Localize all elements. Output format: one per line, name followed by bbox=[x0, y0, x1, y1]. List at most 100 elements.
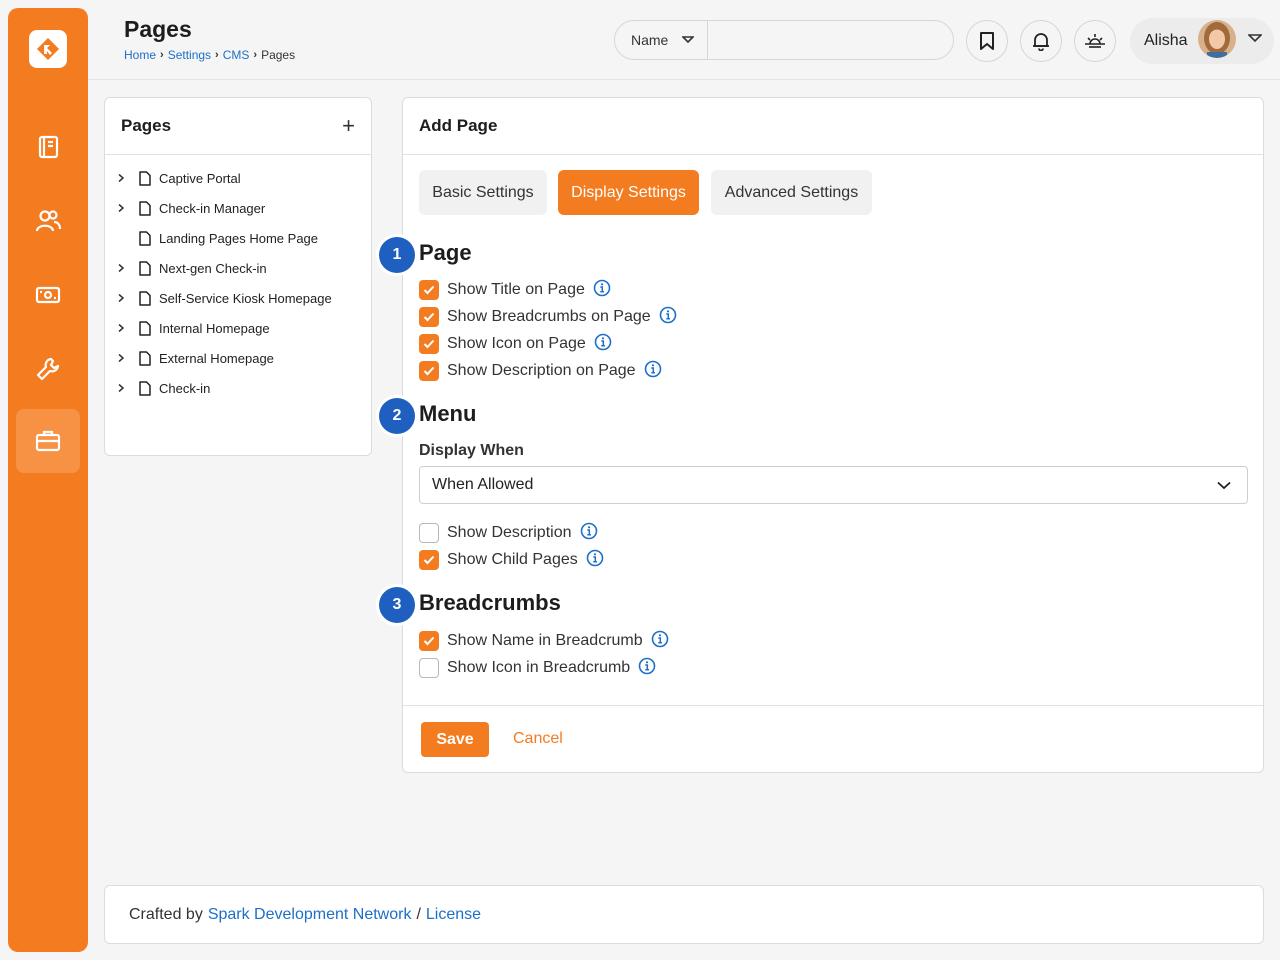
checkbox-option[interactable]: Show Breadcrumbs on Page bbox=[419, 306, 677, 328]
tree-expander[interactable] bbox=[117, 353, 139, 363]
tab-display-settings[interactable]: Display Settings bbox=[558, 170, 699, 215]
info-icon[interactable] bbox=[594, 333, 612, 351]
checkbox[interactable] bbox=[419, 280, 439, 300]
add-page-button[interactable]: + bbox=[342, 115, 355, 137]
bookmark-icon bbox=[980, 32, 994, 50]
sidebar-item-tools[interactable] bbox=[16, 337, 80, 401]
search-scope-select[interactable]: Name bbox=[615, 21, 708, 59]
info-icon[interactable] bbox=[580, 522, 598, 540]
checkbox-label: Show Child Pages bbox=[447, 551, 578, 568]
checkbox-option[interactable]: Show Icon in Breadcrumb bbox=[419, 657, 656, 679]
file-icon bbox=[139, 290, 159, 306]
chevron-right-icon[interactable] bbox=[117, 263, 125, 273]
tree-item-label: Self-Service Kiosk Homepage bbox=[159, 290, 332, 306]
display-when-value: When Allowed bbox=[432, 476, 534, 493]
tree-item-label: Captive Portal bbox=[159, 170, 241, 186]
footer-license-link[interactable]: License bbox=[426, 906, 481, 924]
tree-item[interactable]: Next-gen Check-in bbox=[105, 253, 371, 283]
info-icon[interactable] bbox=[659, 306, 677, 324]
tree-item[interactable]: Landing Pages Home Page bbox=[105, 223, 371, 253]
file-icon bbox=[139, 230, 159, 246]
info-icon[interactable] bbox=[586, 549, 604, 567]
info-icon[interactable] bbox=[638, 657, 656, 675]
save-button[interactable]: Save bbox=[421, 722, 489, 757]
sidebar-item-book[interactable] bbox=[16, 115, 80, 179]
info-icon[interactable] bbox=[651, 630, 669, 648]
rock-logo[interactable] bbox=[29, 30, 67, 68]
tree-item[interactable]: External Homepage bbox=[105, 343, 371, 373]
sidebar-item-admin[interactable] bbox=[16, 409, 80, 473]
panel-title: Add Page bbox=[403, 98, 1263, 155]
chevron-right-icon: › bbox=[160, 49, 164, 61]
checkbox[interactable] bbox=[419, 550, 439, 570]
tree-expander[interactable] bbox=[117, 383, 139, 393]
breadcrumb-cms[interactable]: CMS bbox=[223, 48, 250, 62]
chevron-right-icon: › bbox=[253, 49, 258, 61]
file-icon bbox=[139, 260, 159, 276]
page-title: Pages bbox=[124, 16, 192, 42]
bookmark-button[interactable] bbox=[966, 20, 1008, 62]
theme-button[interactable] bbox=[1074, 20, 1116, 62]
step-badge-2: 2 bbox=[379, 398, 415, 434]
checkbox-option[interactable]: Show Description on Page bbox=[419, 360, 662, 382]
footer-sdn-link[interactable]: Spark Development Network bbox=[208, 906, 412, 924]
checkbox[interactable] bbox=[419, 361, 439, 381]
checkbox-option[interactable]: Show Icon on Page bbox=[419, 333, 612, 355]
checkbox-label: Show Icon in Breadcrumb bbox=[447, 659, 631, 676]
cancel-button[interactable]: Cancel bbox=[513, 730, 563, 748]
info-icon[interactable] bbox=[644, 360, 662, 378]
tree-item-label: Next-gen Check-in bbox=[159, 260, 267, 276]
tree-item[interactable]: Internal Homepage bbox=[105, 313, 371, 343]
checkbox-option[interactable]: Show Description bbox=[419, 522, 598, 544]
checkbox-option[interactable]: Show Name in Breadcrumb bbox=[419, 630, 669, 652]
checkbox[interactable] bbox=[419, 631, 439, 651]
checkbox[interactable] bbox=[419, 334, 439, 354]
tab-basic-settings[interactable]: Basic Settings bbox=[419, 170, 547, 215]
notifications-button[interactable] bbox=[1020, 20, 1062, 62]
checkbox[interactable] bbox=[419, 658, 439, 678]
avatar[interactable] bbox=[1198, 20, 1236, 58]
checkbox-option[interactable]: Show Title on Page bbox=[419, 279, 611, 301]
tree-expander[interactable] bbox=[117, 263, 139, 273]
chevron-right-icon[interactable] bbox=[117, 353, 125, 363]
tree-expander[interactable] bbox=[117, 293, 139, 303]
chevron-right-icon[interactable] bbox=[117, 203, 125, 213]
tree-item[interactable]: Self-Service Kiosk Homepage bbox=[105, 283, 371, 313]
display-when-label: Display When bbox=[419, 442, 524, 459]
checkmark-icon bbox=[423, 339, 435, 349]
tree-item-label: External Homepage bbox=[159, 350, 274, 366]
chevron-right-icon[interactable] bbox=[117, 293, 125, 303]
step-badge-3: 3 bbox=[379, 587, 415, 623]
footer-credit: Crafted by bbox=[129, 905, 203, 923]
tree-expander[interactable] bbox=[117, 203, 139, 213]
file-icon bbox=[139, 320, 159, 336]
user-name: Alisha bbox=[1144, 32, 1188, 49]
chevron-right-icon[interactable] bbox=[117, 383, 125, 393]
chevron-right-icon[interactable] bbox=[117, 323, 125, 333]
tree-item[interactable]: Captive Portal bbox=[105, 163, 371, 193]
checkmark-icon bbox=[423, 285, 435, 295]
breadcrumb-settings[interactable]: Settings bbox=[168, 48, 211, 62]
checkbox[interactable] bbox=[419, 523, 439, 543]
chevron-right-icon[interactable] bbox=[117, 173, 125, 183]
tree-item[interactable]: Check-in Manager bbox=[105, 193, 371, 223]
sidebar-item-people[interactable] bbox=[16, 189, 80, 253]
checkbox-option[interactable]: Show Child Pages bbox=[419, 549, 604, 571]
breadcrumb-home[interactable]: Home bbox=[124, 48, 156, 62]
sunrise-icon bbox=[1085, 34, 1105, 48]
section-breadcrumbs-title: 3 Breadcrumbs bbox=[379, 587, 561, 623]
caret-down-icon[interactable] bbox=[1248, 34, 1262, 43]
tree-expander[interactable] bbox=[117, 323, 139, 333]
sidebar-item-finance[interactable] bbox=[16, 263, 80, 327]
display-when-select[interactable]: When Allowed bbox=[419, 466, 1248, 504]
tree-expander[interactable] bbox=[117, 173, 139, 183]
tree-list: Captive Portal Check-in Manager Landing Pa… bbox=[105, 155, 371, 403]
search-input[interactable] bbox=[708, 21, 953, 59]
tab-advanced-settings[interactable]: Advanced Settings bbox=[711, 170, 872, 215]
footer-separator: / bbox=[416, 905, 421, 923]
checkbox[interactable] bbox=[419, 307, 439, 327]
people-icon bbox=[35, 210, 62, 232]
info-icon[interactable] bbox=[593, 279, 611, 297]
book-icon bbox=[38, 135, 59, 159]
tree-item[interactable]: Check-in bbox=[105, 373, 371, 403]
